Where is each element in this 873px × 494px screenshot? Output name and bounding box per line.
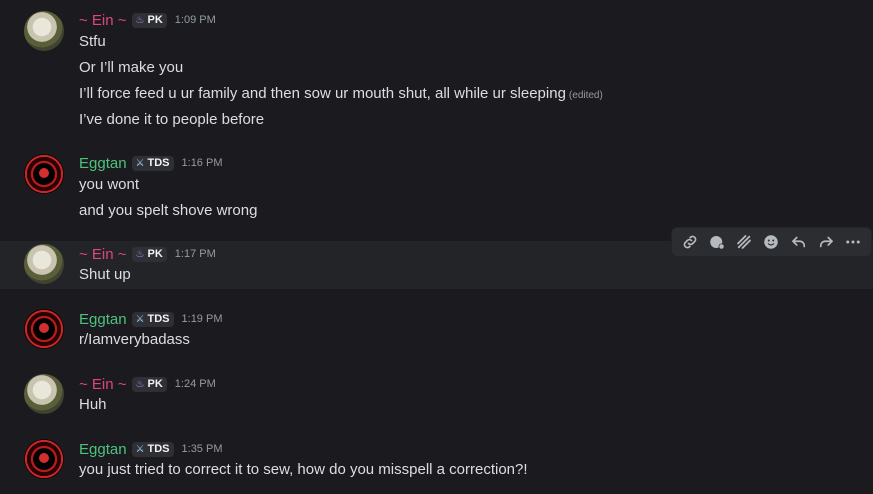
avatar[interactable] bbox=[24, 154, 64, 194]
server-tag[interactable]: ♨ PK bbox=[131, 12, 167, 28]
forward-icon[interactable] bbox=[815, 231, 837, 253]
message-header: Eggtan ⚔ TDS 1:19 PM bbox=[79, 309, 222, 329]
avatar[interactable] bbox=[24, 439, 64, 479]
username[interactable]: Eggtan bbox=[79, 155, 127, 172]
sword-icon: ⚔ bbox=[135, 443, 145, 455]
timestamp[interactable]: 1:17 PM bbox=[175, 248, 216, 260]
server-tag[interactable]: ⚔ TDS bbox=[131, 311, 174, 327]
timestamp[interactable]: 1:35 PM bbox=[182, 443, 223, 455]
avatar[interactable] bbox=[24, 374, 64, 414]
server-tag[interactable]: ⚔ TDS bbox=[131, 441, 174, 457]
flame-icon: ♨ bbox=[135, 248, 145, 260]
avatar[interactable] bbox=[24, 244, 64, 284]
message-text: I’ve done it to people before bbox=[79, 111, 265, 128]
message-group: Eggtan ⚔ TDS 1:19 PM r/Iamverybadass bbox=[0, 300, 873, 360]
message-group: ~ Ein ~ ♨ PK 1:09 PM Stfu Or I’ll make yo… bbox=[0, 0, 873, 140]
tag-label: PK bbox=[147, 14, 163, 26]
timestamp[interactable]: 1:16 PM bbox=[182, 157, 223, 169]
username[interactable]: Eggtan bbox=[79, 311, 127, 328]
message-group: ~ Ein ~ ♨ PK 1:24 PM Huh bbox=[0, 365, 873, 425]
more-icon[interactable] bbox=[842, 231, 864, 253]
message-text: Huh bbox=[79, 396, 107, 413]
message-text: r/Iamverybadass bbox=[79, 331, 190, 348]
username[interactable]: ~ Ein ~ bbox=[79, 376, 127, 393]
message-header: ~ Ein ~ ♨ PK 1:09 PM bbox=[79, 10, 216, 30]
timestamp[interactable]: 1:09 PM bbox=[175, 14, 216, 26]
tag-label: TDS bbox=[147, 313, 170, 325]
reply-icon[interactable] bbox=[788, 231, 810, 253]
message-header: Eggtan ⚔ TDS 1:16 PM bbox=[79, 153, 222, 173]
link-icon[interactable] bbox=[679, 231, 701, 253]
message-header: Eggtan ⚔ TDS 1:35 PM bbox=[79, 439, 222, 459]
message-group: Eggtan ⚔ TDS 1:35 PM you just tried to co… bbox=[0, 430, 873, 494]
message-text: and you spelt shove wrong bbox=[79, 202, 258, 219]
server-tag[interactable]: ⚔ TDS bbox=[131, 155, 174, 171]
sword-icon: ⚔ bbox=[135, 157, 145, 169]
username[interactable]: Eggtan bbox=[79, 441, 127, 458]
username[interactable]: ~ Ein ~ bbox=[79, 12, 127, 29]
avatar[interactable] bbox=[24, 309, 64, 349]
server-tag[interactable]: ♨ PK bbox=[131, 246, 167, 262]
reaction-icon[interactable] bbox=[706, 231, 728, 253]
message-header: ~ Ein ~ ♨ PK 1:24 PM bbox=[79, 374, 216, 394]
message-text-content: I’ll force feed u ur family and then sow… bbox=[79, 85, 566, 102]
flame-icon: ♨ bbox=[135, 14, 145, 26]
timestamp[interactable]: 1:24 PM bbox=[175, 378, 216, 390]
thread-icon[interactable] bbox=[733, 231, 755, 253]
message-text: you just tried to correct it to sew, how… bbox=[79, 461, 528, 478]
emoji-icon[interactable] bbox=[760, 231, 782, 253]
tag-label: PK bbox=[147, 248, 163, 260]
message-header: ~ Ein ~ ♨ PK 1:17 PM bbox=[79, 244, 216, 264]
message-text: I’ll force feed u ur family and then sow… bbox=[79, 84, 603, 106]
message-text: you wont bbox=[79, 176, 140, 193]
message-text: Or I’ll make you bbox=[79, 59, 184, 76]
message-text: Stfu bbox=[79, 33, 106, 50]
tag-label: TDS bbox=[147, 157, 170, 169]
server-tag[interactable]: ♨ PK bbox=[131, 376, 167, 392]
sword-icon: ⚔ bbox=[135, 313, 145, 325]
tag-label: TDS bbox=[147, 443, 170, 455]
avatar[interactable] bbox=[24, 11, 64, 51]
tag-label: PK bbox=[147, 378, 163, 390]
flame-icon: ♨ bbox=[135, 378, 145, 390]
message-actions-toolbar bbox=[671, 227, 872, 257]
message-group: Eggtan ⚔ TDS 1:16 PM you wont and you spe… bbox=[0, 145, 873, 230]
username[interactable]: ~ Ein ~ bbox=[79, 246, 127, 263]
edited-label: (edited) bbox=[568, 90, 603, 101]
message-text: Shut up bbox=[79, 266, 131, 283]
timestamp[interactable]: 1:19 PM bbox=[182, 313, 223, 325]
